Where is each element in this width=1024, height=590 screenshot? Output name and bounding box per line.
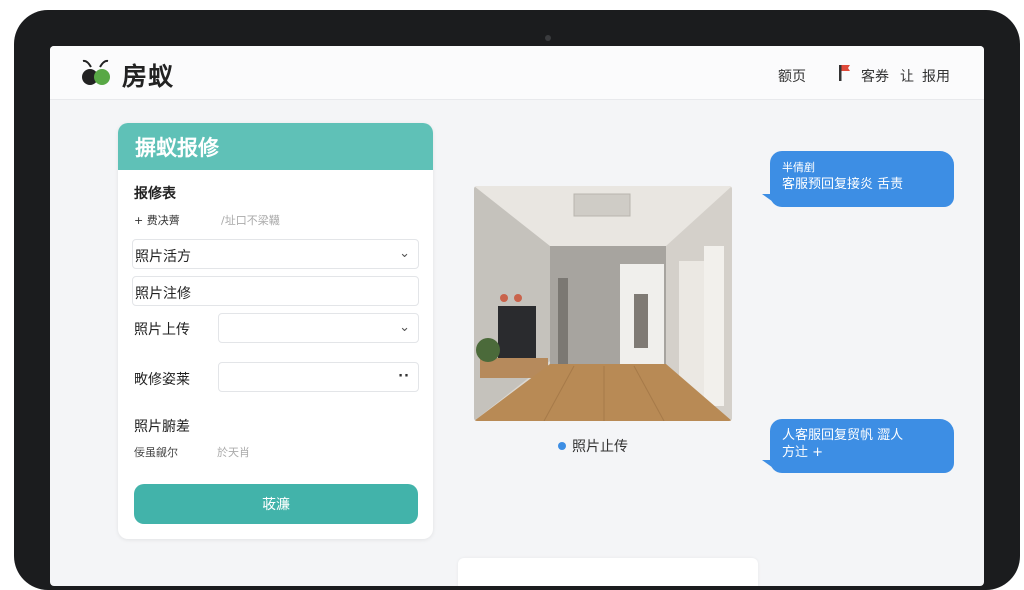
nav-home[interactable]: 额页: [778, 66, 806, 86]
chat-bubble-2-tail: [762, 460, 776, 470]
bottom-card: [458, 558, 758, 586]
chat-bubble-1-tail: [762, 194, 776, 204]
form-title: 摒蚁报修: [118, 123, 433, 170]
photo-caption: 照片止传: [558, 436, 628, 456]
nav-report[interactable]: 报用: [922, 66, 950, 86]
photo-hint-right: 於天肖: [217, 446, 250, 459]
camera-icon: [545, 35, 551, 41]
repair-item-field[interactable]: 照片注修: [132, 276, 419, 306]
more-dots-icon[interactable]: ··: [398, 369, 410, 384]
nav-profile[interactable]: 让: [900, 66, 914, 86]
photo-section-title: 照片腑差: [134, 419, 190, 435]
form-hint-left: + 费决薺: [134, 214, 180, 227]
top-bar: 房蚁 额页 客券 让 报用: [50, 46, 984, 100]
area-select-value: 照片活方: [135, 249, 191, 265]
photo-hint-left: 佞虽觎尔: [134, 446, 178, 459]
submit-button[interactable]: 荍濂: [134, 484, 418, 524]
area-select[interactable]: 照片活方 ⌄: [132, 239, 419, 269]
app-screen: 房蚁 额页 客券 让 报用 摒蚁报修 报修表 + 费决薺 /址口不梁韈 照片活方…: [50, 46, 984, 586]
flag-icon: [839, 65, 850, 81]
chat-bubble-agent-reply[interactable]: 人客服回复贸帆 澀人 方辻 +: [770, 419, 954, 473]
chat-bubble-1-line2: 客服预回复接炎 舌责: [782, 177, 904, 192]
upload-label: 照片上传: [134, 322, 190, 338]
form-hint-right: /址口不梁韈: [221, 214, 280, 227]
repair-form-card: 摒蚁报修 报修表 + 费决薺 /址口不梁韈 照片活方 ⌄ 照片注修 照片上传 ⌄…: [118, 123, 433, 539]
chat-bubble-1-line1: 半倩剷: [782, 161, 815, 174]
chevron-down-icon: ⌄: [399, 246, 410, 261]
form-section-title: 报修表: [134, 186, 176, 202]
chat-bubble-auto-reply[interactable]: 半倩剷 客服预回复接炎 舌责: [770, 151, 954, 207]
upload-select[interactable]: ⌄: [218, 313, 419, 343]
chat-bubble-2-line1: 人客服回复贸帆 澀人: [782, 428, 904, 443]
photo-caption-text: 照片止传: [572, 439, 628, 455]
app-name[interactable]: 房蚁: [122, 57, 174, 93]
nav-service[interactable]: 客券: [861, 66, 889, 86]
plan-field[interactable]: ··: [218, 362, 419, 392]
ant-logo-icon[interactable]: [80, 58, 116, 88]
chat-bubble-2-line2: 方辻 +: [782, 445, 824, 460]
repair-item-value: 照片注修: [135, 286, 191, 302]
uploaded-photo: [474, 186, 732, 421]
chevron-down-icon: ⌄: [399, 320, 410, 335]
plan-label: 畋修姿莱: [134, 372, 190, 388]
dot-icon: [558, 442, 566, 450]
